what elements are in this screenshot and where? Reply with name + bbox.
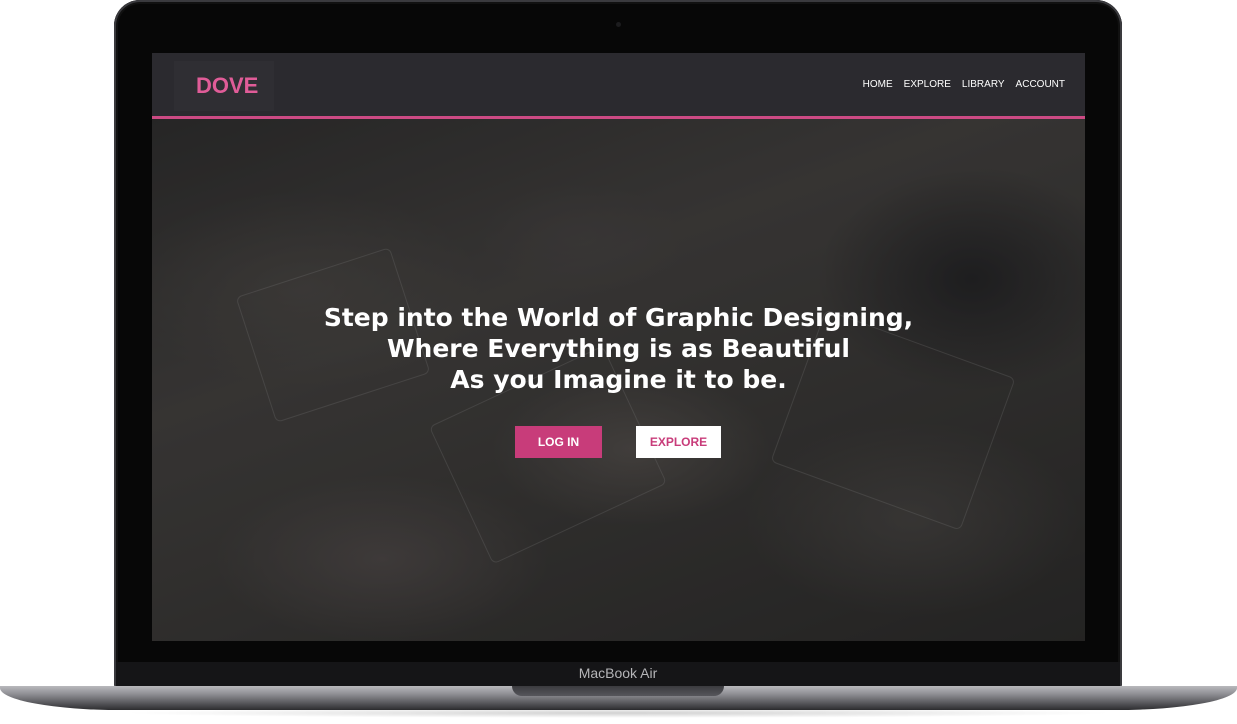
camera-icon bbox=[616, 22, 621, 27]
brand-logo[interactable]: DOVE bbox=[174, 61, 274, 111]
laptop-hinge-notch bbox=[512, 686, 724, 696]
explore-button[interactable]: EXPLORE bbox=[636, 426, 721, 458]
nav-account[interactable]: ACCOUNT bbox=[1016, 79, 1065, 90]
headline-line: As you Imagine it to be. bbox=[450, 365, 787, 394]
site-navbar: DOVE HOME EXPLORE LIBRARY ACCOUNT bbox=[152, 53, 1085, 119]
screen: DOVE HOME EXPLORE LIBRARY ACCOUNT Step i… bbox=[152, 53, 1085, 641]
login-button[interactable]: LOG IN bbox=[515, 426, 602, 458]
headline-line: Step into the World of Graphic Designing… bbox=[323, 303, 914, 332]
headline-line: Where Everything is as Beautiful bbox=[386, 334, 851, 363]
device-label: MacBook Air bbox=[578, 665, 658, 681]
nav-library[interactable]: LIBRARY bbox=[962, 79, 1005, 90]
nav-home[interactable]: HOME bbox=[863, 79, 893, 90]
hero-section: Step into the World of Graphic Designing… bbox=[152, 119, 1085, 641]
hero-headline: Step into the World of Graphic Designing… bbox=[152, 302, 1085, 395]
laptop-shadow bbox=[120, 708, 1117, 718]
nav-links: HOME EXPLORE LIBRARY ACCOUNT bbox=[863, 53, 1065, 116]
laptop-mockup: DOVE HOME EXPLORE LIBRARY ACCOUNT Step i… bbox=[0, 0, 1237, 724]
nav-explore[interactable]: EXPLORE bbox=[904, 79, 951, 90]
